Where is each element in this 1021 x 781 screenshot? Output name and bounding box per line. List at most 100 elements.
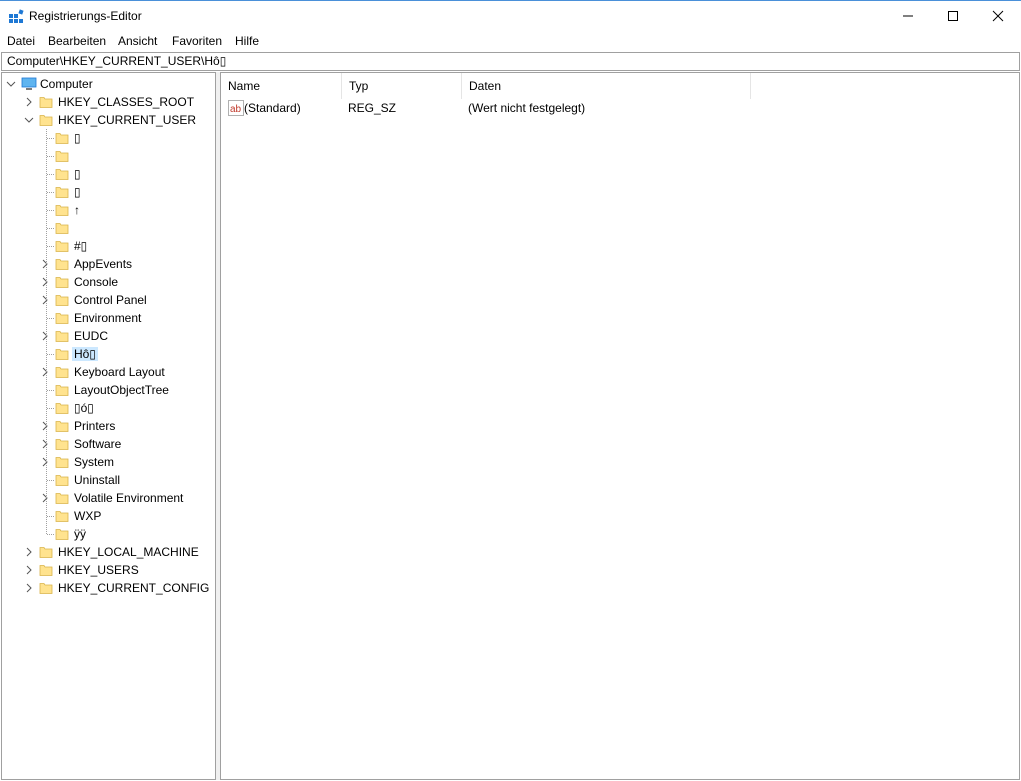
close-button[interactable] — [975, 1, 1021, 31]
tree-connector-line — [47, 354, 54, 355]
tree-item-hkcu-child[interactable] — [2, 147, 215, 165]
tree-item-label: Keyboard Layout — [74, 365, 165, 379]
tree-item-label: ÿÿ — [74, 527, 86, 541]
tree-item-hkey-classes-root[interactable]: HKEY_CLASSES_ROOT — [2, 93, 215, 111]
tree-item-hkcu-child[interactable]: Printers — [2, 417, 215, 435]
folder-icon — [55, 133, 69, 144]
tree-connector-line — [47, 192, 54, 193]
tree-item-hkcu-child[interactable] — [2, 219, 215, 237]
tree-item-hkcu-child[interactable]: Console — [2, 273, 215, 291]
close-icon — [992, 10, 1004, 22]
tree-item-computer[interactable]: Computer — [2, 75, 215, 93]
chevron-right-icon[interactable] — [39, 492, 51, 504]
tree-item-hkey-current-config[interactable]: HKEY_CURRENT_CONFIG — [2, 579, 215, 597]
tree-item-label: ▯ — [74, 185, 81, 199]
chevron-down-icon[interactable] — [5, 78, 17, 90]
folder-icon — [55, 241, 69, 252]
tree-item-label: HKEY_CLASSES_ROOT — [58, 95, 195, 109]
tree-item-hkcu-child[interactable]: LayoutObjectTree — [2, 381, 215, 399]
folder-icon — [55, 205, 69, 216]
menu-hilfe[interactable]: Hilfe — [235, 34, 259, 48]
tree-item-hkcu-child[interactable]: AppEvents — [2, 255, 215, 273]
folder-icon — [55, 511, 69, 522]
menu-ansicht[interactable]: Ansicht — [118, 34, 157, 48]
tree-item-hkey-local-machine[interactable]: HKEY_LOCAL_MACHINE — [2, 543, 215, 561]
value-type: REG_SZ — [348, 101, 397, 115]
tree-item-hkcu-child[interactable]: ↑ — [2, 201, 215, 219]
chevron-right-icon[interactable] — [39, 438, 51, 450]
maximize-icon — [948, 11, 958, 21]
tree-item-hkey-users[interactable]: HKEY_USERS — [2, 561, 215, 579]
tree-item-label: EUDC — [74, 329, 109, 343]
tree-item-hkey-current-user[interactable]: HKEY_CURRENT_USER — [2, 111, 215, 129]
chevron-down-icon[interactable] — [23, 114, 35, 126]
tree-item-label: Control Panel — [74, 293, 147, 307]
tree-item-hkcu-child[interactable]: Software — [2, 435, 215, 453]
tree-item-hkcu-child[interactable]: System — [2, 453, 215, 471]
chevron-right-icon[interactable] — [39, 276, 51, 288]
tree-connector-line — [47, 318, 54, 319]
tree-item-hkcu-child[interactable]: Hô▯ — [2, 345, 215, 363]
registry-editor-icon — [9, 9, 24, 23]
list-row[interactable]: ab (Standard) REG_SZ (Wert nicht festgel… — [221, 99, 1019, 117]
folder-icon — [55, 295, 69, 306]
value-data: (Wert nicht festgelegt) — [468, 101, 586, 115]
values-list[interactable]: Name Typ Daten ab (Standard) REG_SZ (Wer… — [220, 72, 1020, 780]
tree-item-label: Software — [74, 437, 122, 451]
chevron-right-icon[interactable] — [39, 294, 51, 306]
maximize-button[interactable] — [930, 1, 976, 31]
tree-connector-line — [47, 174, 54, 175]
tree-connector-line — [47, 408, 54, 409]
folder-icon — [39, 583, 53, 594]
svg-text:ab: ab — [230, 104, 242, 115]
tree-item-hkcu-child[interactable]: EUDC — [2, 327, 215, 345]
tree-item-hkcu-child[interactable]: Volatile Environment — [2, 489, 215, 507]
chevron-right-icon[interactable] — [39, 330, 51, 342]
folder-icon — [55, 331, 69, 342]
chevron-right-icon[interactable] — [23, 546, 35, 558]
tree-item-hkcu-child[interactable]: #▯ — [2, 237, 215, 255]
chevron-right-icon[interactable] — [39, 420, 51, 432]
chevron-right-icon[interactable] — [23, 564, 35, 576]
tree-item-label: Printers — [74, 419, 116, 433]
folder-icon — [55, 277, 69, 288]
tree-pane[interactable]: Computer HKEY_CLASSES_ROOT HKEY_CURRENT_US… — [1, 72, 216, 780]
folder-icon — [55, 169, 69, 180]
folder-icon — [55, 529, 69, 540]
chevron-right-icon[interactable] — [39, 366, 51, 378]
chevron-right-icon[interactable] — [39, 258, 51, 270]
tree-item-label: Volatile Environment — [74, 491, 184, 505]
tree-item-hkcu-child[interactable]: Keyboard Layout — [2, 363, 215, 381]
tree-item-hkcu-child[interactable]: Control Panel — [2, 291, 215, 309]
minimize-button[interactable] — [885, 1, 931, 31]
menu-bearbeiten[interactable]: Bearbeiten — [48, 34, 106, 48]
tree-item-hkcu-child[interactable]: ▯ — [2, 129, 215, 147]
tree-item-hkcu-child[interactable]: WXP — [2, 507, 215, 525]
menu-datei[interactable]: Datei — [7, 34, 35, 48]
tree-item-hkcu-child[interactable]: Environment — [2, 309, 215, 327]
tree-item-hkcu-child[interactable]: ▯ — [2, 183, 215, 201]
window-title: Registrierungs-Editor — [29, 9, 142, 23]
folder-icon — [55, 421, 69, 432]
menu-favoriten[interactable]: Favoriten — [172, 34, 222, 48]
folder-icon — [55, 457, 69, 468]
folder-icon — [55, 385, 69, 396]
tree-item-hkcu-child[interactable]: ▯ó▯ — [2, 399, 215, 417]
column-header-typ[interactable]: Typ — [342, 73, 462, 99]
tree-item-label: ↑ — [74, 203, 80, 217]
chevron-right-icon[interactable] — [23, 582, 35, 594]
column-header-name[interactable]: Name — [221, 73, 342, 99]
tree-connector-line — [47, 228, 54, 229]
tree-item-hkcu-child[interactable]: ÿÿ — [2, 525, 215, 543]
folder-icon — [39, 565, 53, 576]
string-value-icon: ab — [228, 100, 244, 116]
tree-item-label: HKEY_CURRENT_CONFIG — [58, 581, 210, 595]
tree-item-label: HKEY_CURRENT_USER — [58, 113, 197, 127]
address-bar[interactable]: Computer\HKEY_CURRENT_USER\Hô▯ — [1, 52, 1020, 71]
chevron-right-icon[interactable] — [23, 96, 35, 108]
column-header-daten[interactable]: Daten — [462, 73, 751, 99]
chevron-right-icon[interactable] — [39, 456, 51, 468]
folder-icon — [55, 439, 69, 450]
tree-item-hkcu-child[interactable]: ▯ — [2, 165, 215, 183]
tree-item-hkcu-child[interactable]: Uninstall — [2, 471, 215, 489]
